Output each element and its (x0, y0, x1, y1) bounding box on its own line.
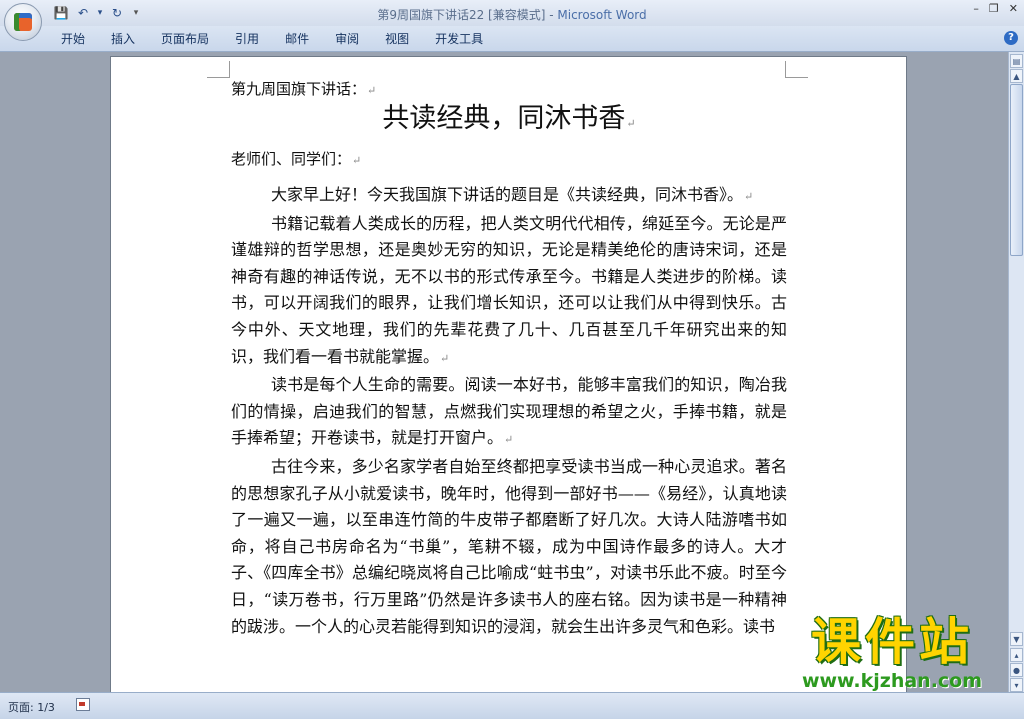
paragraph: 大家早上好！今天我国旗下讲话的题目是《共读经典，同沐书香》。↵ (271, 185, 754, 204)
select-browse-object-icon[interactable]: ● (1010, 663, 1023, 677)
paragraph-mark: ↵ (504, 433, 514, 447)
tab-page-layout[interactable]: 页面布局 (148, 31, 222, 47)
document-area[interactable]: 第九周国旗下讲话：↵ 共读经典，同沐书香↵ 老师们、同学们：↵ 大家早上好！今天… (0, 52, 1008, 692)
watermark-text: 课件站 (811, 613, 973, 671)
office-button[interactable] (4, 3, 42, 41)
document-title: 共读经典，同沐书香↵ (382, 103, 636, 134)
paragraph-mark: ↵ (626, 117, 636, 130)
close-icon[interactable]: ✕ (1009, 2, 1018, 15)
paragraph-mark: ↵ (744, 190, 754, 203)
paragraph-mark: ↵ (352, 154, 362, 167)
minimize-icon[interactable]: – (973, 2, 979, 15)
document-body: 大家早上好！今天我国旗下讲话的题目是《共读经典，同沐书香》。↵ 书籍记载着人类成… (231, 182, 787, 640)
restore-icon[interactable]: ❐ (989, 2, 999, 15)
tab-mailings[interactable]: 邮件 (272, 31, 322, 47)
tab-view[interactable]: 视图 (372, 31, 422, 47)
app-name: Microsoft Word (557, 8, 647, 22)
scroll-down-icon[interactable]: ▼ (1010, 632, 1023, 646)
tab-review[interactable]: 审阅 (322, 31, 372, 47)
crop-mark-top-right (785, 61, 808, 78)
scroll-up-icon[interactable]: ▲ (1010, 69, 1023, 83)
watermark-logo: 课件站 www.kjzhan.com (776, 614, 1008, 694)
paragraph-mark: ↵ (440, 351, 450, 365)
ribbon-tabs-bar: 开始 插入 页面布局 引用 邮件 审阅 视图 开发工具 ? (0, 26, 1024, 52)
crop-mark-top-left (207, 61, 230, 78)
previous-page-icon[interactable]: ▴ (1010, 648, 1023, 662)
document-name: 第9周国旗下讲话22 [兼容模式] - (377, 8, 558, 22)
vertical-scrollbar[interactable]: ▤ ▲ ▼ ▴ ● ▾ (1008, 52, 1024, 692)
paragraph: 读书是每个人生命的需要。阅读一本好书，能够丰富我们的知识，陶冶我们的情操，启迪我… (231, 375, 787, 448)
scroll-thumb[interactable] (1010, 84, 1023, 256)
page-count[interactable]: 页面: 1/3 (8, 699, 55, 715)
speech-label: 第九周国旗下讲话：↵ (231, 80, 377, 98)
next-page-icon[interactable]: ▾ (1010, 678, 1023, 692)
greeting: 老师们、同学们：↵ (231, 150, 362, 168)
window-controls: – ❐ ✕ (973, 2, 1018, 15)
tab-references[interactable]: 引用 (222, 31, 272, 47)
ribbon-tabs: 开始 插入 页面布局 引用 邮件 审阅 视图 开发工具 (48, 31, 496, 47)
proofing-icon[interactable] (76, 698, 90, 711)
ruler-toggle-icon[interactable]: ▤ (1010, 54, 1023, 68)
title-bar: 💾 ↶ ▾ ↻ ▾ 第9周国旗下讲话22 [兼容模式] - Microsoft … (0, 0, 1024, 26)
paragraph: 书籍记载着人类成长的历程，把人类文明代代相传，绵延至今。无论是严谨雄辩的哲学思想… (231, 213, 787, 366)
watermark-url: www.kjzhan.com (801, 670, 983, 692)
office-logo-icon (14, 13, 32, 31)
tab-insert[interactable]: 插入 (98, 31, 148, 47)
tab-developer[interactable]: 开发工具 (422, 31, 496, 47)
document-page[interactable]: 第九周国旗下讲话：↵ 共读经典，同沐书香↵ 老师们、同学们：↵ 大家早上好！今天… (110, 56, 907, 692)
tab-home[interactable]: 开始 (48, 31, 98, 47)
help-icon[interactable]: ? (1004, 31, 1018, 45)
status-bar: 页面: 1/3 (0, 692, 1024, 719)
paragraph-mark: ↵ (367, 84, 377, 97)
paragraph: 古往今来，多少名家学者自始至终都把享受读书当成一种心灵追求。著名的思想家孔子从小… (231, 456, 787, 636)
window-title: 第9周国旗下讲话22 [兼容模式] - Microsoft Word (0, 6, 1024, 23)
